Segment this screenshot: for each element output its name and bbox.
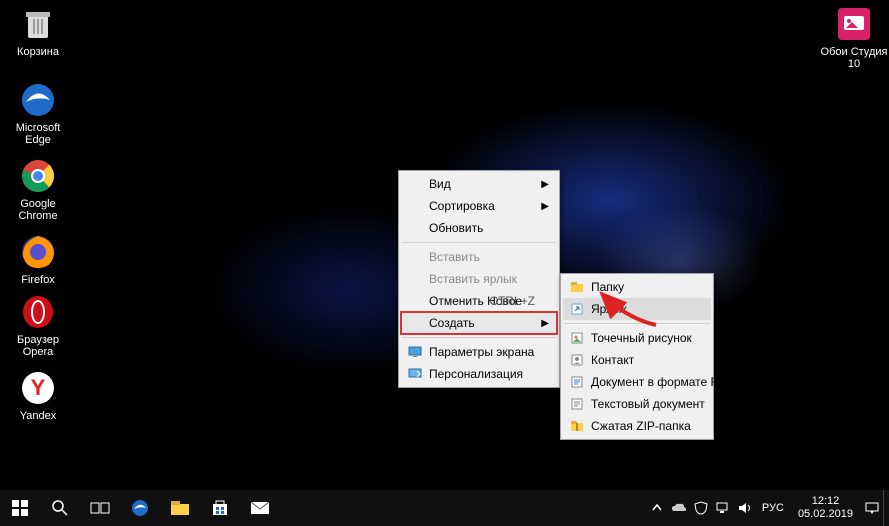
folder-icon	[569, 279, 585, 295]
taskbar-app-edge[interactable]	[120, 490, 160, 526]
tray-language[interactable]: РУС	[756, 490, 790, 526]
desktop-icon-label: Корзина	[4, 46, 72, 58]
tray-time: 12:12	[798, 495, 853, 508]
tray-defender-icon[interactable]	[690, 490, 712, 526]
chrome-icon	[18, 156, 58, 196]
menu-item[interactable]: Отменить НовоеCTRL+Z	[401, 290, 557, 312]
submenu-arrow-icon: ▶	[541, 318, 549, 329]
menu-item: Вставить	[401, 246, 557, 268]
tray-action-center-icon[interactable]	[861, 490, 883, 526]
tray-network-icon[interactable]	[712, 490, 734, 526]
menu-item-label: Ярлык	[591, 302, 627, 316]
bitmap-icon	[569, 330, 585, 346]
menu-item-label: Сжатая ZIP-папка	[591, 419, 691, 433]
desktop-icon-label: Firefox	[4, 274, 72, 286]
tray-show-hidden-icon[interactable]	[646, 490, 668, 526]
txt-icon	[569, 396, 585, 412]
menu-item[interactable]: Документ в формате RTF	[563, 371, 711, 393]
show-desktop-button[interactable]	[883, 490, 889, 526]
yandex-icon: Y	[18, 368, 58, 408]
desktop-icon-wallpaper-studio[interactable]: Обои Студия 10	[820, 4, 888, 70]
taskbar: РУС 12:12 05.02.2019	[0, 490, 889, 526]
menu-item[interactable]: Создать ▶	[401, 312, 557, 334]
create-submenu: Папку Ярлык Точечный рисунок Контакт Докумен…	[560, 273, 714, 440]
desktop-icon-firefox[interactable]: Firefox	[4, 232, 72, 286]
svg-text:Y: Y	[31, 375, 46, 400]
recycle-bin-icon	[18, 4, 58, 44]
search-button[interactable]	[40, 490, 80, 526]
tray-date: 05.02.2019	[798, 508, 853, 521]
desktop-icon-label: Yandex	[4, 410, 72, 422]
menu-item[interactable]: Сортировка ▶	[401, 195, 557, 217]
menu-item[interactable]: Текстовый документ	[563, 393, 711, 415]
menu-item-label: Сортировка	[429, 199, 495, 213]
opera-icon	[18, 292, 58, 332]
menu-item-label: Вид	[429, 177, 451, 191]
taskbar-app-store[interactable]	[200, 490, 240, 526]
menu-separator	[402, 337, 556, 338]
tray-onedrive-icon[interactable]	[668, 490, 690, 526]
firefox-icon	[18, 232, 58, 272]
desktop-icon-label: Обои Студия 10	[820, 46, 888, 70]
menu-item-label: Вставить ярлык	[429, 272, 517, 286]
menu-item[interactable]: Параметры экрана	[401, 341, 557, 363]
desktop-icon-label: Браузер Opera	[4, 334, 72, 358]
taskbar-app-mail[interactable]	[240, 490, 280, 526]
desktop-icon-yandex[interactable]: Y Yandex	[4, 368, 72, 422]
tray-clock[interactable]: 12:12 05.02.2019	[790, 495, 861, 521]
menu-item-label: Контакт	[591, 353, 634, 367]
tray-volume-icon[interactable]	[734, 490, 756, 526]
menu-separator	[564, 323, 710, 324]
menu-item-label: Создать	[429, 316, 475, 330]
menu-item-label: Персонализация	[429, 367, 523, 381]
menu-item[interactable]: Обновить	[401, 217, 557, 239]
submenu-arrow-icon: ▶	[541, 201, 549, 212]
menu-item[interactable]: Папку	[563, 276, 711, 298]
menu-item[interactable]: Контакт	[563, 349, 711, 371]
desktop-icon-edge[interactable]: Microsoft Edge	[4, 80, 72, 146]
menu-item-label: Точечный рисунок	[591, 331, 692, 345]
desktop-icon-recycle-bin[interactable]: Корзина	[4, 4, 72, 58]
menu-item-label: Обновить	[429, 221, 483, 235]
rtf-icon	[569, 374, 585, 390]
menu-item-label: Текстовый документ	[591, 397, 705, 411]
shortcut-icon	[569, 301, 585, 317]
personalize-icon	[407, 366, 423, 382]
display-settings-icon	[407, 344, 423, 360]
taskbar-app-file-explorer[interactable]	[160, 490, 200, 526]
menu-item-shortcut: CTRL+Z	[489, 294, 535, 308]
menu-item[interactable]: Персонализация	[401, 363, 557, 385]
menu-item[interactable]: Ярлык	[563, 298, 711, 320]
contact-icon	[569, 352, 585, 368]
desktop-icon-chrome[interactable]: Google Chrome	[4, 156, 72, 222]
menu-item-label: Вставить	[429, 250, 480, 264]
menu-separator	[402, 242, 556, 243]
start-button[interactable]	[0, 490, 40, 526]
menu-item-label: Параметры экрана	[429, 345, 534, 359]
zip-icon	[569, 418, 585, 434]
desktop-icon-label: Microsoft Edge	[4, 122, 72, 146]
menu-item[interactable]: Точечный рисунок	[563, 327, 711, 349]
menu-item-label: Папку	[591, 280, 624, 294]
menu-item[interactable]: Сжатая ZIP-папка	[563, 415, 711, 437]
menu-item[interactable]: Вид ▶	[401, 173, 557, 195]
task-view-button[interactable]	[80, 490, 120, 526]
submenu-arrow-icon: ▶	[541, 179, 549, 190]
wallpaper-studio-icon	[834, 4, 874, 44]
desktop-icon-opera[interactable]: Браузер Opera	[4, 292, 72, 358]
edge-icon	[18, 80, 58, 120]
menu-item: Вставить ярлык	[401, 268, 557, 290]
menu-item-label: Документ в формате RTF	[591, 375, 734, 389]
desktop-context-menu: Вид ▶ Сортировка ▶ Обновить Вставить Вставить …	[398, 170, 560, 388]
desktop-icon-label: Google Chrome	[4, 198, 72, 222]
